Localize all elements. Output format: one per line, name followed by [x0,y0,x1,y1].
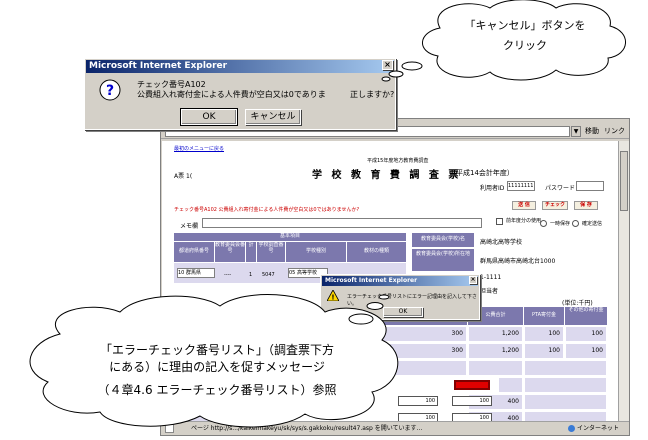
page-title-suffix: （平成14会計年度） [449,169,514,177]
dialog-titlebar: Microsoft Internet Explorer [86,60,394,73]
col-school-code: 都道府県番号 [174,242,214,262]
col-expense: 支出項目 [174,307,264,325]
unit-label: (単位:千円) [562,300,593,307]
bottom-callout-line-3: （４章4.6 エラーチェック番号リスト）参照 [97,383,337,397]
cell-public-total: 1,200 [468,326,523,342]
board-name-value: 高崎北高等学校 [480,239,523,246]
bottom-callout-line-1: 「エラーチェック番号リスト」（調査票下方 [99,343,334,357]
bottom-callout-line-2: にある）に理由の記入を促すメッセージ [109,360,325,374]
close-icon[interactable]: × [469,276,477,284]
cell-national-value: 300 [327,326,373,342]
ok-button[interactable]: OK [383,307,423,317]
error-list-dialog: Microsoft Internet Explorer × ! エラーチェック番… [320,274,480,320]
warning-icon: ! [327,290,339,301]
status-bar: ページ http://s.../kaikeimakeyu/sk/sys/s.ga… [161,421,629,435]
svg-text:!: ! [331,294,334,302]
ok-button[interactable]: OK [180,108,238,126]
links-button[interactable]: リンク [604,126,625,137]
vertical-scrollbar[interactable] [618,141,629,421]
table-row: 300 300 1,200 100 100 [162,326,618,342]
cancel-button[interactable]: キャンセル [245,109,301,125]
phone-value: 1-1111 [480,274,502,281]
prev-year-checkbox[interactable] [496,218,503,225]
board-addr-label: 教育委員会(学校)所在地 [412,249,474,271]
confirm-send-label: 確定送信 [582,221,603,227]
send-button[interactable]: 送 信 [512,201,536,210]
go-button[interactable]: 移動 [585,126,599,137]
col-pta: PTA寄付金 [524,307,564,325]
col-other-donation: その他の寄付金 [565,307,607,325]
dialog-titlebar: Microsoft Internet Explorer [322,276,478,286]
survey-year-header: 平成15年度地方教育費調査 [367,158,429,164]
dialog-line-2b: 正しますか? [350,90,395,99]
col-code: 行番 [265,307,277,325]
count-value: 1 [249,272,253,278]
board-addr-value: 群馬県高崎市高崎北台1000 [480,258,556,265]
amount-input[interactable]: 100 [452,396,492,406]
cell-other: 100 [565,326,607,342]
question-icon: ? [99,79,121,101]
dialog-line-2: 公費組入れ寄付金による人件費が空白又は0でありま [137,90,326,99]
dialog-message: エラーチェック番号リストにエラー記理由を記入して下さい。 [347,294,477,307]
user-id-input[interactable]: 11111111 [507,181,535,191]
cell-value: 300 [374,326,467,342]
col-count: 計 [246,242,256,262]
confirm-send-radio[interactable] [572,220,579,227]
cell-other: 100 [565,343,607,359]
top-callout-line-2: クリック [503,39,547,52]
back-to-menu-link[interactable]: 最初のメニューに戻る [174,145,224,152]
password-label: パスワード [545,185,576,192]
top-callout-text: 「キャンセル」ボタンを クリック [448,18,602,54]
board-code-value: ---- [224,272,232,278]
error-notice: チェック番号A102 公費組入れ寄付金による人件費が空白又は0ではありませんか? [174,207,360,213]
cell-public-total: 1,200 [468,343,523,359]
svg-text:?: ? [106,83,114,99]
temp-save-radio[interactable] [540,220,547,227]
internet-zone: インターネット [568,422,619,435]
bottom-callout-text: 「エラーチェック番号リスト」（調査票下方 にある）に理由の記入を促すメッセージ … [52,342,382,399]
form-code: A票 1( [174,173,193,180]
amount-input[interactable]: 100 [398,396,438,406]
password-input[interactable] [576,181,604,191]
page-icon [165,424,174,433]
col-school-no: 学校調査番号 [257,242,285,262]
error-input-cell[interactable] [454,380,490,390]
col-other-type: 教材の種類 [347,242,406,262]
check-button[interactable]: チェック [542,201,568,210]
prefecture-select[interactable]: 10 群馬県 [177,268,215,278]
memo-input[interactable] [202,218,482,228]
board-name-label: 教育委員会(学校)名 [412,233,474,247]
close-icon[interactable]: × [382,60,393,70]
status-url: ページ http://s.../kaikeimakeyu/sk/sys/s.ga… [191,425,423,432]
cell-pta: 100 [524,326,564,342]
page-title: 学 校 教 育 費 調 査 票 [312,170,462,181]
cell-pta: 100 [524,343,564,359]
confirm-dialog: Microsoft Internet Explorer × ? チェック番号A1… [84,58,396,130]
top-callout-line-1: 「キャンセル」ボタンを [464,19,586,32]
save-button[interactable]: 保 存 [574,201,598,210]
person-value: 担当者 [480,288,499,295]
globe-icon [568,425,576,432]
scrollbar-thumb[interactable] [620,151,628,211]
col-board-code: 教育委員会番号 [215,242,245,262]
address-dropdown-button[interactable]: ▼ [571,126,581,137]
col-school-type: 学校種別 [286,242,346,262]
school-no-value: 5047 [262,272,275,278]
prev-year-label: 前年度分の使用 [506,218,542,224]
memo-label: メモ欄 [180,223,199,230]
col-national: 国庫補助金 [278,307,326,325]
basic-section-header: 基本項目 [174,233,406,241]
temp-save-label: 一時保存 [550,221,571,227]
user-id-label: 利用者ID [480,185,505,192]
